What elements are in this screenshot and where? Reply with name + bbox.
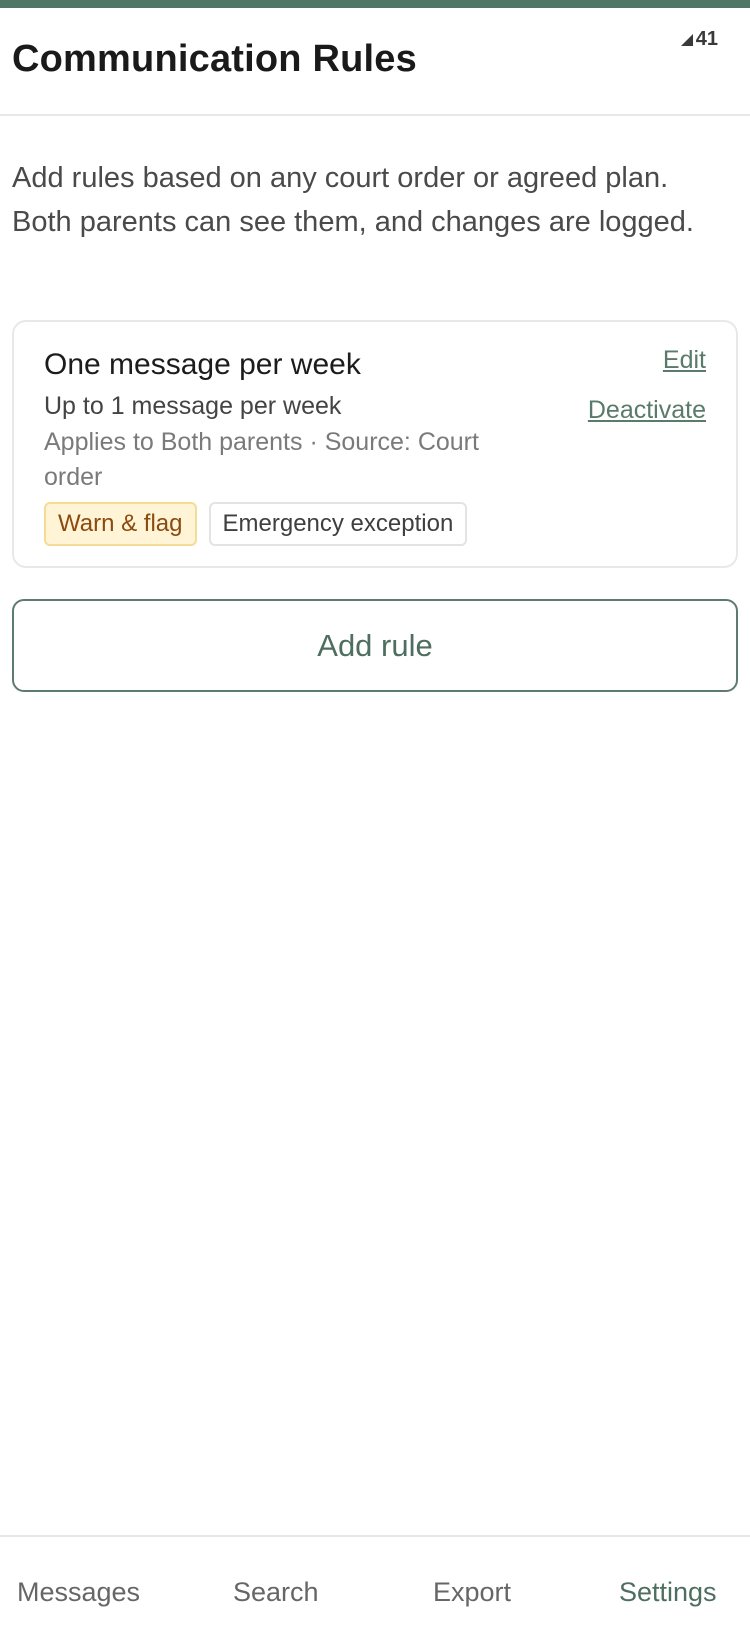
nav-settings[interactable]: Settings — [619, 1577, 717, 1608]
rule-card: One message per week Up to 1 message per… — [12, 320, 738, 568]
status-indicator: 41 — [680, 28, 718, 51]
add-rule-button[interactable]: Add rule — [12, 599, 738, 692]
tag-emergency-exception: Emergency exception — [208, 502, 468, 546]
rule-tags: Warn & flag Emergency exception — [44, 502, 468, 546]
communication-rules-screen: Communication Rules 41 Add rules based o… — [0, 0, 750, 1626]
nav-export[interactable]: Export — [433, 1577, 511, 1608]
nav-messages[interactable]: Messages — [17, 1577, 140, 1608]
page-header: Communication Rules 41 — [0, 8, 750, 116]
rule-limit: Up to 1 message per week — [44, 392, 342, 420]
nav-search[interactable]: Search — [233, 1577, 319, 1608]
top-accent-bar — [0, 0, 750, 8]
bottom-nav: Messages Search Export Settings — [0, 1535, 750, 1626]
deactivate-rule-link[interactable]: Deactivate — [588, 396, 706, 425]
intro-text: Add rules based on any court order or ag… — [12, 162, 694, 238]
rule-title: One message per week — [44, 348, 361, 381]
tag-warn-flag: Warn & flag — [44, 502, 197, 546]
status-value: 41 — [695, 28, 718, 50]
rule-applies-source: Applies to Both parents · Source: Court … — [44, 428, 479, 491]
page-title: Communication Rules — [12, 38, 417, 80]
signal-icon — [680, 33, 694, 47]
edit-rule-link[interactable]: Edit — [663, 346, 706, 375]
